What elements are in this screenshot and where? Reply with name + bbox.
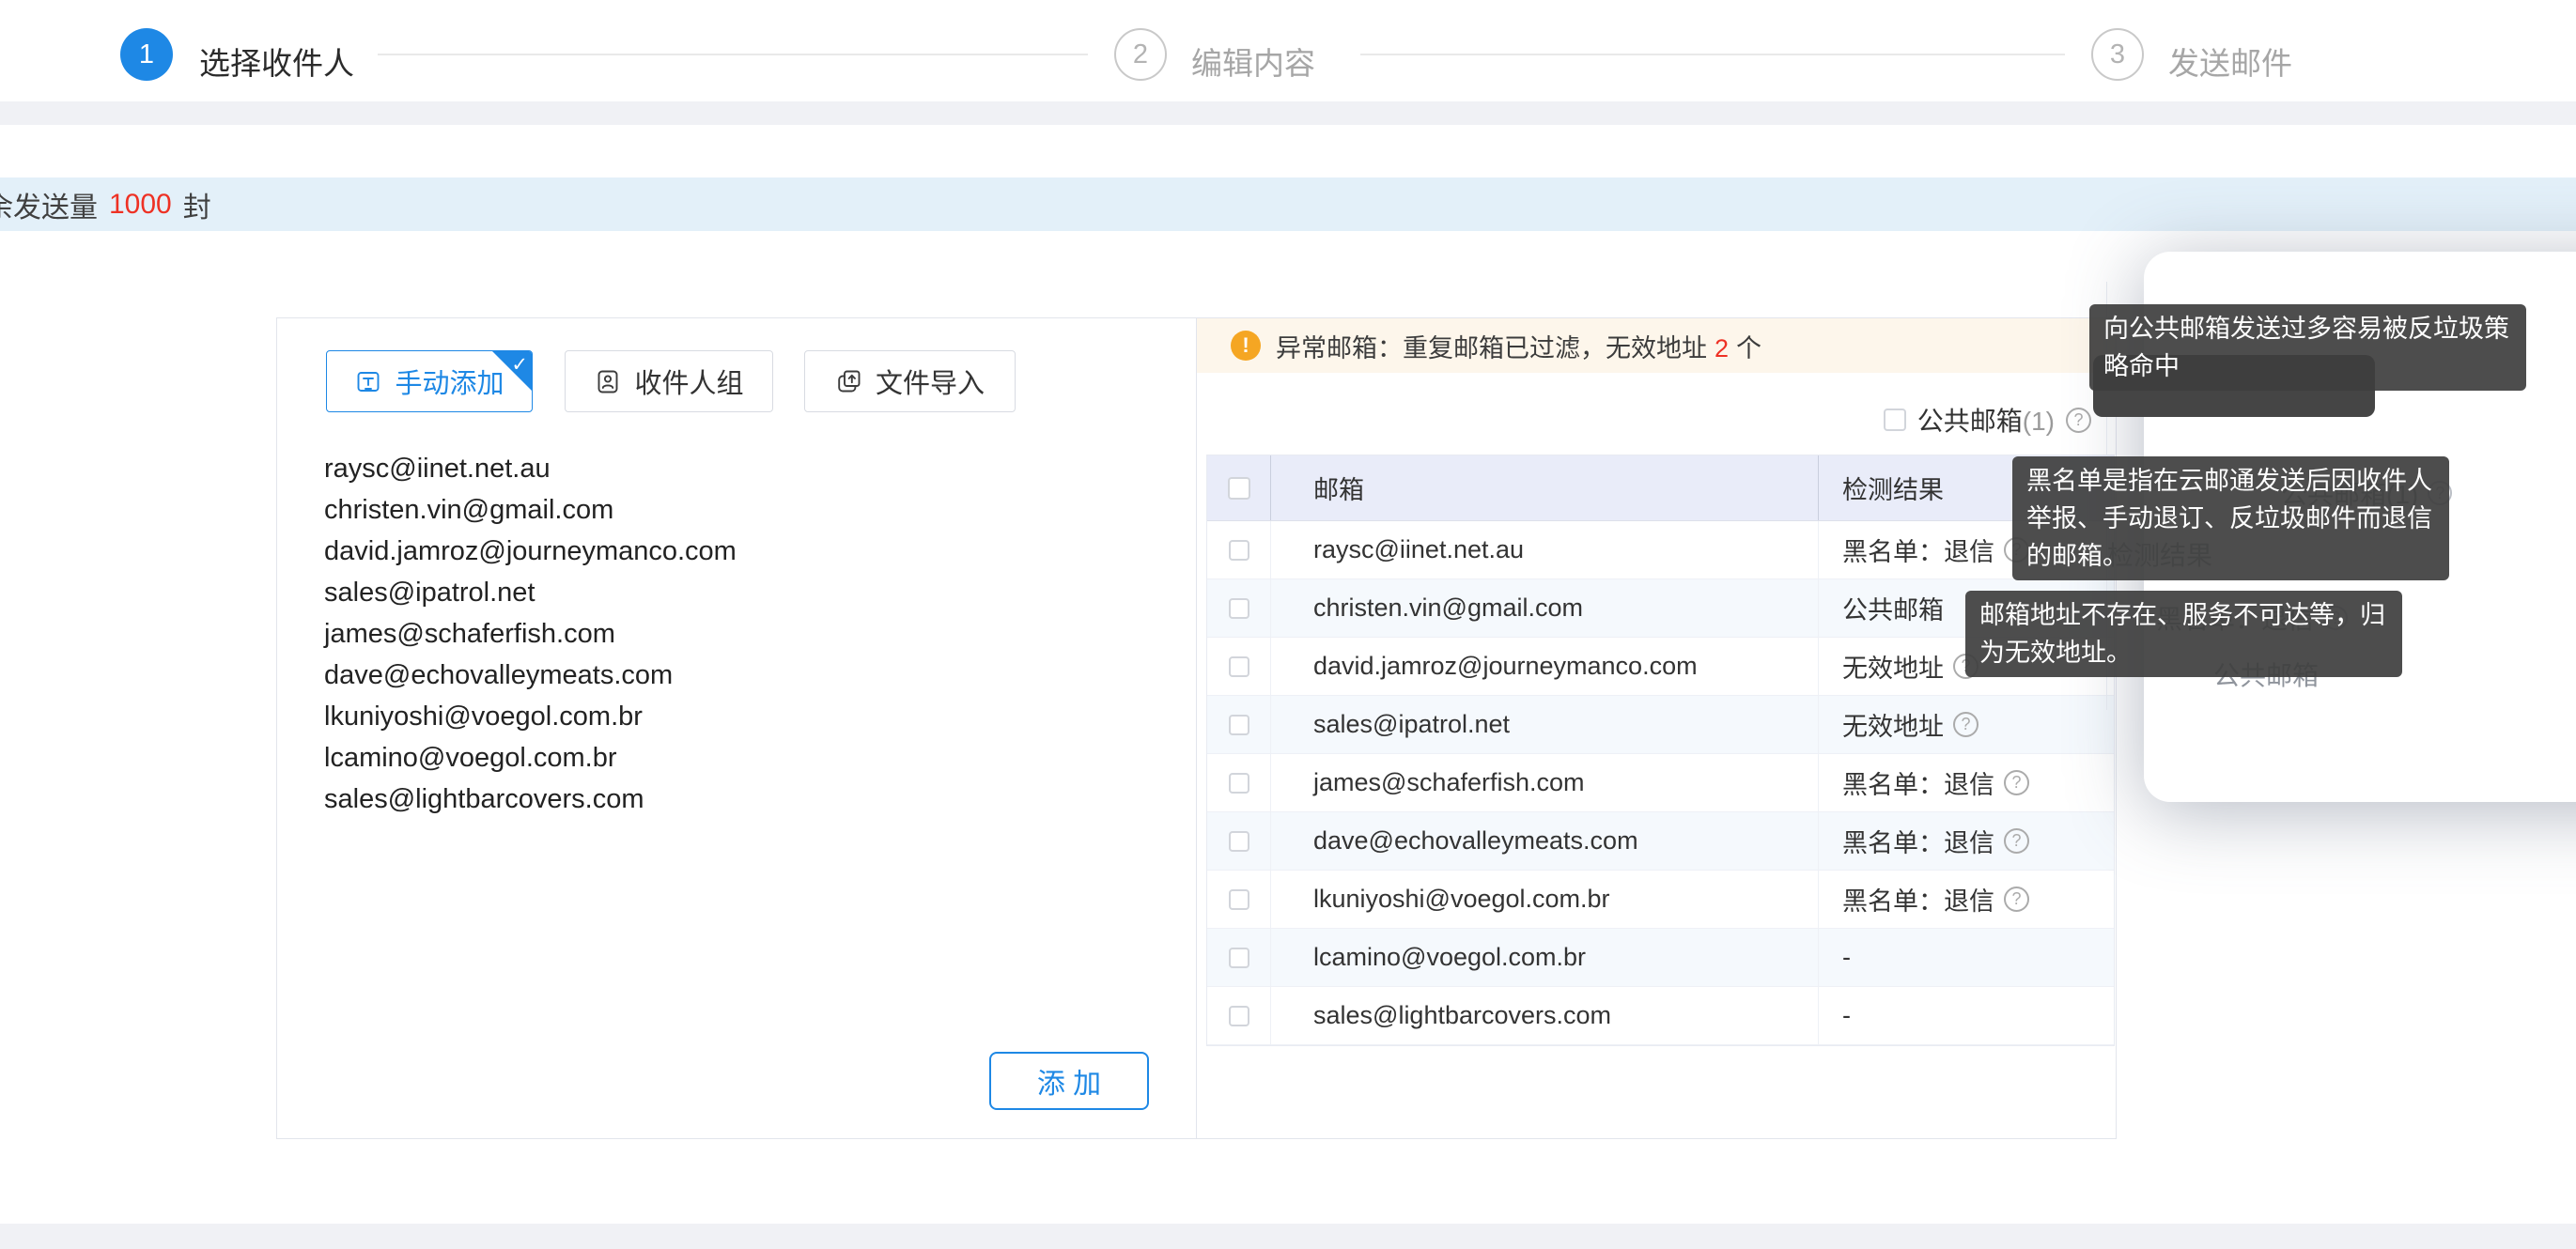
wizard-stepper: 1 选择收件人 2 编辑内容 3 发送邮件 (0, 13, 2576, 83)
row-email: sales@ipatrol.net (1270, 696, 1818, 753)
email-line: christen.vin@gmail.com (324, 489, 1151, 531)
row-checkbox[interactable] (1229, 1006, 1249, 1026)
add-button[interactable]: 添 加 (989, 1052, 1149, 1110)
row-email: sales@lightbarcovers.com (1270, 987, 1818, 1044)
warning-icon (1231, 331, 1261, 361)
public-mailbox-checkbox[interactable] (1884, 409, 1906, 431)
row-status: 黑名单：退信 (1842, 823, 1994, 859)
row-email: raysc@iinet.net.au (1270, 521, 1818, 578)
step-1-indicator: 1 (120, 28, 173, 81)
row-status: 黑名单：退信 (1842, 764, 1994, 801)
email-line: raysc@iinet.net.au (324, 448, 1151, 489)
quota-count: 1000 (109, 189, 172, 221)
tooltip-public-mailbox: 向公共邮箱发送过多容易被反垃圾策略命中 (2089, 304, 2526, 391)
row-email: dave@echovalleymeats.com (1270, 812, 1818, 870)
bottom-divider-band (0, 1224, 2576, 1249)
email-line: sales@ipatrol.net (324, 572, 1151, 613)
email-line: sales@lightbarcovers.com (324, 779, 1151, 820)
recipient-input[interactable]: raysc@iinet.net.auchristen.vin@gmail.com… (324, 448, 1151, 820)
email-line: lkuniyoshi@voegol.com.br (324, 696, 1151, 737)
row-status: - (1842, 1001, 1851, 1030)
column-header-email: 邮箱 (1270, 455, 1818, 520)
table-row: lkuniyoshi@voegol.com.br 黑名单：退信 (1207, 871, 2114, 929)
abnormal-mailbox-warning: 异常邮箱：重复邮箱已过滤，无效地址2个 (1197, 318, 2116, 373)
tooltip-blacklist: 黑名单是指在云邮通发送后因收件人举报、手动退订、反垃圾邮件而退信的邮箱。 (2012, 456, 2449, 580)
table-header-row: 邮箱 检测结果 (1207, 455, 2114, 521)
tab-recipient-group[interactable]: 收件人组 (565, 350, 773, 412)
row-email: james@schaferfish.com (1270, 754, 1818, 811)
table-row: sales@ipatrol.net 无效地址 (1207, 696, 2114, 754)
public-mailbox-label: 公共邮箱(1) (1917, 401, 2055, 439)
manual-add-section: 手动添加 收件人组 文件导入 raysc@iinet.net.auchriste… (277, 318, 1197, 1138)
row-checkbox[interactable] (1229, 598, 1249, 619)
step-1-label: 选择收件人 (199, 39, 354, 84)
table-row: sales@lightbarcovers.com - (1207, 987, 2114, 1045)
row-email: lkuniyoshi@voegol.com.br (1270, 871, 1818, 928)
email-line: david.jamroz@journeymanco.com (324, 531, 1151, 572)
row-email: lcamino@voegol.com.br (1270, 929, 1818, 986)
row-status: 无效地址 (1842, 706, 1944, 743)
status-help-icon[interactable] (2004, 828, 2029, 854)
row-checkbox[interactable] (1229, 948, 1249, 968)
quota-unit: 封 (183, 184, 211, 225)
warning-text: 异常邮箱：重复邮箱已过滤，无效地址2个 (1276, 328, 1761, 364)
step-connector-line (1360, 54, 2065, 55)
row-email: christen.vin@gmail.com (1270, 579, 1818, 637)
row-status: - (1842, 943, 1851, 972)
select-all-checkbox[interactable] (1228, 477, 1250, 500)
email-line: james@schaferfish.com (324, 613, 1151, 655)
row-checkbox[interactable] (1229, 773, 1249, 794)
email-line: lcamino@voegol.com.br (324, 737, 1151, 779)
table-row: lcamino@voegol.com.br - (1207, 929, 2114, 987)
tab-label: 收件人组 (634, 362, 743, 401)
table-row: dave@echovalleymeats.com 黑名单：退信 (1207, 812, 2114, 871)
file-import-icon (835, 367, 863, 395)
tooltip-invalid-address: 邮箱地址不存在、服务不可达等，归为无效地址。 (1965, 591, 2402, 677)
row-status: 黑名单：退信 (1842, 881, 1994, 917)
recipient-group-icon (594, 367, 622, 395)
checkmark-icon (511, 353, 528, 377)
tab-manual-add[interactable]: 手动添加 (326, 350, 533, 412)
step-3-label: 发送邮件 (2168, 39, 2292, 84)
detect-result-table: 邮箱 检测结果 raysc@iinet.net.au 黑名单：退信 christ… (1206, 455, 2115, 1046)
quota-clipped-prefix: 余 (0, 184, 13, 225)
email-line: dave@echovalleymeats.com (324, 655, 1151, 696)
quota-label: 发送量 (13, 184, 98, 225)
row-checkbox[interactable] (1229, 540, 1249, 561)
status-help-icon[interactable] (2004, 887, 2029, 912)
step-connector-line (378, 54, 1088, 55)
top-divider-band (0, 101, 2576, 125)
public-mailbox-help-icon[interactable] (2066, 408, 2091, 433)
status-help-icon[interactable] (2004, 770, 2029, 795)
public-mailbox-filter-row: 公共邮箱(1) (1884, 401, 2091, 439)
recipient-select-card: 手动添加 收件人组 文件导入 raysc@iinet.net.auchriste… (276, 317, 2117, 1139)
row-checkbox[interactable] (1229, 715, 1249, 735)
row-checkbox[interactable] (1229, 656, 1249, 677)
table-row: raysc@iinet.net.au 黑名单：退信 (1207, 521, 2114, 579)
table-row: james@schaferfish.com 黑名单：退信 (1207, 754, 2114, 812)
row-checkbox[interactable] (1229, 831, 1249, 852)
step-3-indicator: 3 (2091, 28, 2144, 81)
tab-label: 文件导入 (876, 362, 985, 401)
tab-file-import[interactable]: 文件导入 (804, 350, 1016, 412)
tab-label: 手动添加 (395, 362, 504, 401)
row-checkbox[interactable] (1229, 889, 1249, 910)
text-add-icon (354, 367, 382, 395)
step-2-indicator: 2 (1114, 28, 1167, 81)
row-status: 公共邮箱 (1842, 590, 1944, 626)
send-quota-bar: 余发送量 1000 封 (0, 177, 2576, 231)
invalid-count: 2 (1715, 334, 1729, 362)
row-status: 黑名单：退信 (1842, 532, 1994, 568)
status-help-icon[interactable] (1953, 712, 1979, 737)
row-status: 无效地址 (1842, 648, 1944, 685)
row-email: david.jamroz@journeymanco.com (1270, 638, 1818, 695)
detection-section: 异常邮箱：重复邮箱已过滤，无效地址2个 公共邮箱(1) 邮箱 检测结果 rays… (1197, 318, 2116, 1138)
step-2-label: 编辑内容 (1191, 39, 1315, 84)
